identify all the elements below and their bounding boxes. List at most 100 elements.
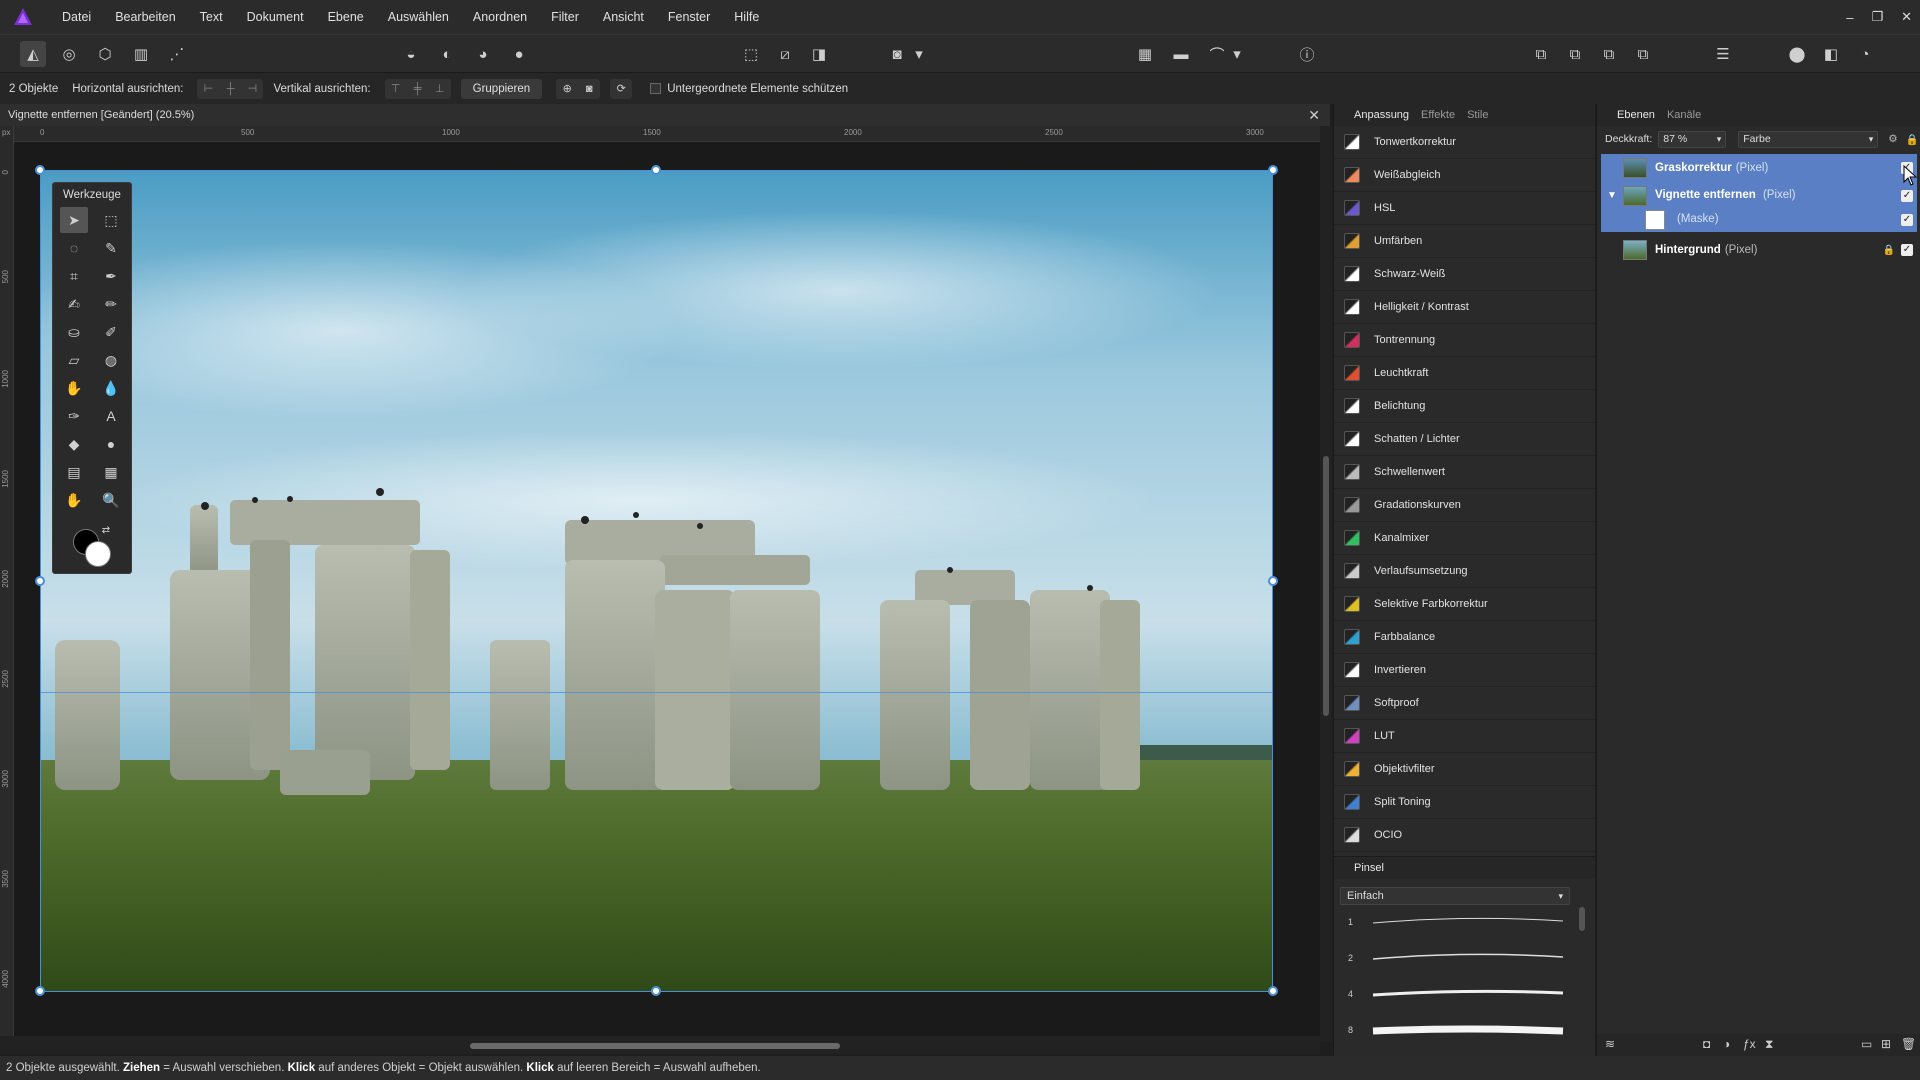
arrange-front-icon[interactable]: ⧉ — [1630, 41, 1656, 67]
horizontal-guide[interactable] — [40, 692, 1273, 693]
snapping-dropdown-icon[interactable]: ▾ — [1230, 41, 1244, 67]
hide-selection-icon[interactable]: ◙ — [578, 79, 600, 99]
pixel-brush-icon[interactable]: ✏ — [97, 291, 125, 317]
adjustment-item[interactable]: LUT — [1334, 720, 1595, 753]
menu-fenster[interactable]: Fenster — [656, 10, 722, 24]
opacity-input[interactable]: 87 % ▾ — [1658, 130, 1727, 148]
adjustment-item[interactable]: OCIO — [1334, 819, 1595, 852]
adjustment-item[interactable]: Schwellenwert — [1334, 456, 1595, 489]
close-document-icon[interactable]: ✕ — [1308, 104, 1320, 126]
adjustment-layer-icon[interactable]: ◑ — [1723, 1037, 1730, 1051]
quick-mask-icon[interactable]: ◙ — [884, 41, 910, 67]
tab-effekte[interactable]: Effekte — [1421, 109, 1455, 121]
adjustment-item[interactable]: Helligkeit / Kontrast — [1334, 291, 1595, 324]
primary-color-swatch[interactable] — [85, 541, 111, 567]
menu-text[interactable]: Text — [188, 10, 235, 24]
align-middle-v-icon[interactable]: ╪ — [407, 79, 429, 99]
adjustment-item[interactable]: Invertieren — [1334, 654, 1595, 687]
adjustment-item[interactable]: Farbbalance — [1334, 621, 1595, 654]
tab-ebenen[interactable]: Ebenen — [1617, 109, 1655, 121]
align-icon[interactable]: ☰ — [1710, 41, 1736, 67]
mask-visibility-checkbox[interactable]: ✓ — [1901, 214, 1913, 226]
boolean-subtract-icon[interactable]: ◧ — [1818, 41, 1844, 67]
group-folder-icon[interactable]: ▭ — [1861, 1037, 1872, 1051]
handle-top-right[interactable] — [1268, 165, 1278, 175]
rotate-icon[interactable]: ⟳ — [610, 79, 632, 99]
color-picker-icon[interactable]: ✒ — [97, 263, 125, 289]
affinity-photo-logo-icon[interactable] — [12, 6, 34, 28]
handle-bottom-center[interactable] — [651, 986, 661, 996]
menu-hilfe[interactable]: Hilfe — [722, 10, 771, 24]
brush-item[interactable]: 8 — [1348, 1017, 1578, 1047]
brush-item[interactable]: 2 — [1348, 945, 1578, 975]
mesh-warp-icon[interactable]: ▦ — [97, 459, 125, 485]
boolean-intersect-icon[interactable]: ◔ — [1852, 41, 1878, 67]
align-right-icon[interactable]: ⊣ — [241, 79, 263, 99]
stonehenge-photo[interactable] — [40, 170, 1273, 992]
swap-colors-icon[interactable]: ⇄ — [99, 523, 113, 537]
layer-visibility-checkbox[interactable]: ✓ — [1901, 244, 1913, 256]
tab-pinsel[interactable]: Pinsel — [1354, 862, 1384, 874]
arrange-forward-icon[interactable]: ⧉ — [1596, 41, 1622, 67]
lasso-tool-icon[interactable]: ◌ — [60, 235, 88, 261]
auto-white-balance-icon[interactable]: ● — [506, 41, 532, 67]
adjustment-item[interactable]: Tonwertkorrektur — [1334, 126, 1595, 159]
horizontal-scroll-thumb[interactable] — [470, 1043, 840, 1049]
adjustment-item[interactable]: HSL — [1334, 192, 1595, 225]
arrange-back-icon[interactable]: ⧉ — [1528, 41, 1554, 67]
dodge-tool-icon[interactable]: ✋ — [60, 375, 88, 401]
layer-row-hintergrund[interactable]: Hintergrund (Pixel) 🔒 ✓ — [1601, 236, 1917, 264]
align-center-h-icon[interactable]: ┼ — [219, 79, 241, 99]
adjustment-item[interactable]: Schwarz-Weiß — [1334, 258, 1595, 291]
boolean-add-icon[interactable]: ⬤ — [1784, 41, 1810, 67]
tab-kanaele[interactable]: Kanäle — [1667, 109, 1701, 121]
layers-stack-icon[interactable]: ≋ — [1605, 1037, 1615, 1051]
adjustment-item[interactable]: Objektivfilter — [1334, 753, 1595, 786]
adjustment-item[interactable]: Tontrennung — [1334, 324, 1595, 357]
photo-persona-icon[interactable]: ◭ — [20, 41, 46, 67]
add-layer-icon[interactable]: ⊞ — [1881, 1037, 1891, 1051]
layer-lock-icon[interactable]: 🔒 — [1883, 245, 1895, 256]
adjustment-item[interactable]: Belichtung — [1334, 390, 1595, 423]
handle-middle-left[interactable] — [35, 576, 45, 586]
protect-children-checkbox[interactable] — [650, 83, 662, 94]
menu-bearbeiten[interactable]: Bearbeiten — [103, 10, 187, 24]
export-persona-icon[interactable]: ⋰ — [164, 41, 190, 67]
info-icon[interactable]: ⓘ — [1294, 41, 1320, 67]
tab-anpassung[interactable]: Anpassung — [1354, 109, 1409, 121]
zoom-tool-icon[interactable]: 🔍 — [97, 487, 125, 513]
adjustment-item[interactable]: Split Toning — [1334, 786, 1595, 819]
horizontal-scrollbar[interactable] — [0, 1036, 1320, 1054]
menu-anordnen[interactable]: Anordnen — [461, 10, 539, 24]
develop-persona-icon[interactable]: ⬡ — [92, 41, 118, 67]
fx-icon[interactable]: ƒx — [1743, 1037, 1756, 1051]
align-top-icon[interactable]: ⊤ — [385, 79, 407, 99]
brush-item[interactable]: 1 — [1348, 909, 1578, 939]
adjustment-item[interactable]: Selektive Farbkorrektur — [1334, 588, 1595, 621]
auto-levels-icon[interactable]: ◒ — [398, 41, 424, 67]
shape-tool-icon[interactable]: ● — [97, 431, 125, 457]
live-filter-icon[interactable]: ⧗ — [1765, 1037, 1773, 1052]
handle-top-center[interactable] — [651, 165, 661, 175]
layer-row-graskorrektur[interactable]: Graskorrektur (Pixel) ✓ — [1601, 154, 1917, 182]
restore-icon[interactable]: ❐ — [1871, 9, 1883, 25]
menu-auswaehlen[interactable]: Auswählen — [376, 10, 461, 24]
menu-filter[interactable]: Filter — [539, 10, 591, 24]
document-tab[interactable]: Vignette entfernen [Geändert] (20.5%) ✕ — [0, 104, 1330, 126]
liquify-persona-icon[interactable]: ◎ — [56, 41, 82, 67]
marquee-tool-icon[interactable]: ⬚ — [97, 207, 125, 233]
adjustment-item[interactable]: Kanalmixer — [1334, 522, 1595, 555]
handle-top-left[interactable] — [35, 165, 45, 175]
layer-visibility-checkbox[interactable]: ✓ — [1901, 190, 1913, 202]
auto-contrast-icon[interactable]: ◐ — [434, 41, 460, 67]
lock-icon[interactable]: 🔒 — [1906, 133, 1919, 146]
selection-invert-icon[interactable]: ⧄ — [772, 41, 798, 67]
adjustment-item[interactable]: Verlaufsumsetzung — [1334, 555, 1595, 588]
tab-stile[interactable]: Stile — [1467, 109, 1488, 121]
trash-icon[interactable]: 🗑 — [1901, 1037, 1916, 1051]
menu-dokument[interactable]: Dokument — [235, 10, 316, 24]
healing-brush-icon[interactable]: ✐ — [97, 319, 125, 345]
clone-tool-icon[interactable]: ⛀ — [60, 319, 88, 345]
close-window-icon[interactable]: ✕ — [1901, 9, 1912, 25]
adjustment-item[interactable]: Umfärben — [1334, 225, 1595, 258]
